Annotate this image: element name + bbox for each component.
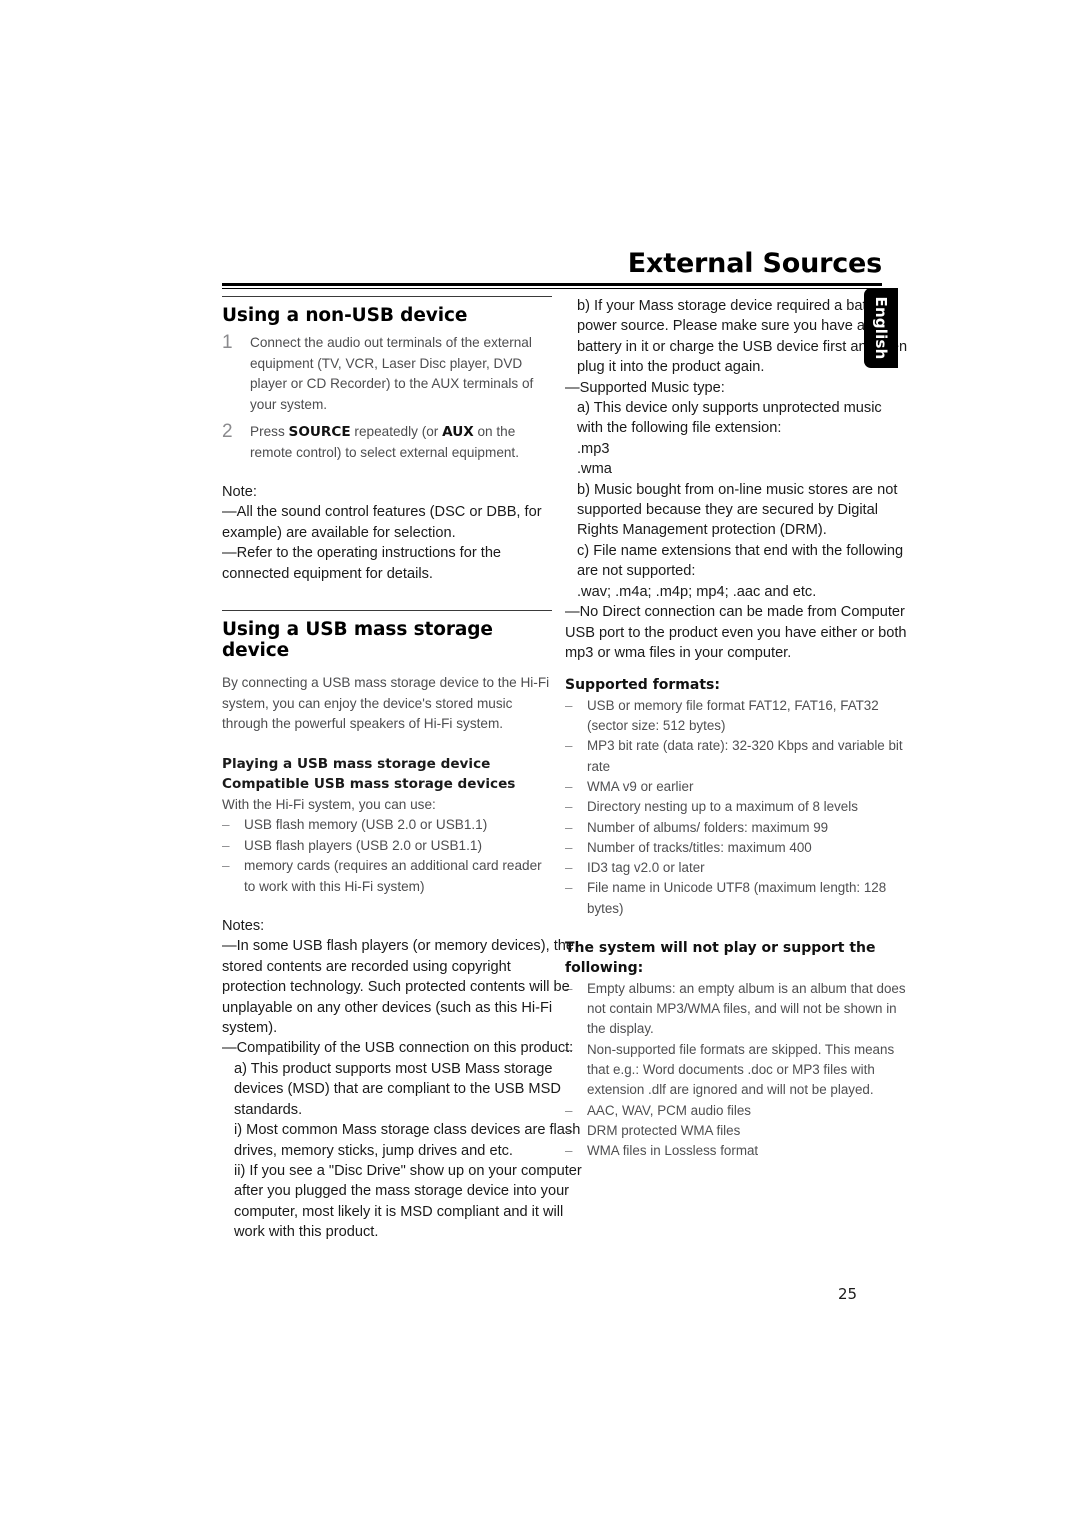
usb-item-i: i) Most common Mass storage class device…: [234, 1122, 581, 1159]
heading-supported-formats: Supported formats:: [565, 677, 720, 694]
list-item: – ID3 tag v2.0 or later: [565, 858, 910, 878]
step-2-bold-aux: AUX: [442, 424, 474, 440]
compatible-device-list: – USB flash memory (USB 2.0 or USB1.1) –…: [222, 815, 552, 897]
battery-item-b: b) If your Mass storage device required …: [577, 298, 908, 376]
list-item-text: Number of tracks/titles: maximum 400: [587, 839, 812, 855]
page-number: 25: [838, 1285, 858, 1303]
list-item: – Directory nesting up to a maximum of 8…: [565, 797, 910, 817]
list-item: – AAC, WAV, PCM audio files: [565, 1101, 910, 1121]
extension-wma: .wma: [577, 461, 612, 478]
music-item-a: a) This device only supports unprotected…: [577, 400, 882, 437]
list-item-text: ID3 tag v2.0 or later: [587, 860, 705, 876]
step-2-text-before: Press: [250, 424, 289, 439]
list-item: – Number of albums/ folders: maximum 99: [565, 818, 910, 838]
dash-bullet-icon: –: [565, 839, 573, 855]
step-2-bold-source: SOURCE: [288, 424, 351, 440]
dash-bullet-icon: –: [565, 880, 573, 896]
dash-bullet-icon: –: [565, 860, 573, 876]
list-item: – memory cards (requires an additional c…: [222, 856, 552, 897]
list-item: – Non-supported file formats are skipped…: [565, 1040, 910, 1101]
note-1: —All the sound control features (DSC or …: [222, 504, 542, 541]
list-item-text: WMA v9 or earlier: [587, 778, 694, 794]
usb-intro-paragraph: By connecting a USB mass storage device …: [222, 675, 550, 732]
subheading-playing-usb-device: Playing a USB mass storage device: [222, 755, 491, 772]
compatible-list-intro: With the Hi-Fi system, you can use:: [222, 796, 436, 812]
dash-bullet-icon: –: [565, 738, 573, 754]
list-item-text: USB flash players (USB 2.0 or USB1.1): [244, 837, 482, 853]
list-item-text: USB or memory file format FAT12, FAT16, …: [587, 697, 879, 734]
list-item-text: Non-supported file formats are skipped. …: [587, 1041, 895, 1098]
list-item-text: MP3 bit rate (data rate): 32-320 Kbps an…: [587, 738, 903, 774]
list-item: – USB flash memory (USB 2.0 or USB1.1): [222, 815, 552, 836]
dash-bullet-icon: –: [565, 697, 573, 713]
step-2-text-mid: repeatedly (or: [350, 424, 443, 439]
list-item-text: Directory nesting up to a maximum of 8 l…: [587, 799, 858, 815]
dash-bullet-icon: –: [222, 837, 230, 853]
list-item-text: DRM protected WMA files: [587, 1122, 741, 1138]
dash-bullet-icon: –: [222, 817, 230, 833]
music-item-c: c) File name extensions that end with th…: [577, 542, 904, 580]
notes-label: Notes:: [222, 918, 265, 935]
list-item: – WMA v9 or earlier: [565, 777, 910, 797]
list-item: – Number of tracks/titles: maximum 400: [565, 838, 910, 858]
music-item-b: b) Music bought from on-line music store…: [577, 481, 898, 539]
extension-mp3: .mp3: [577, 440, 610, 457]
step-1-text: Connect the audio out terminals of the e…: [250, 335, 534, 412]
list-item-text: File name in Unicode UTF8 (maximum lengt…: [587, 880, 887, 916]
note-2: —Refer to the operating instructions for…: [222, 545, 502, 582]
list-item: – WMA files in Lossless format: [565, 1141, 910, 1161]
heading-using-non-usb-device: Using a non-USB device: [222, 305, 468, 326]
supported-music-label: —Supported Music type:: [565, 379, 725, 396]
note-label: Note:: [222, 484, 257, 500]
page-title: External Sources: [627, 248, 882, 279]
list-item-text: AAC, WAV, PCM audio files: [587, 1102, 751, 1118]
dash-bullet-icon: –: [222, 858, 230, 874]
dash-bullet-icon: –: [565, 819, 573, 835]
usb-note-2: —Compatibility of the USB connection on …: [222, 1040, 574, 1057]
subheading-compatible-usb-devices: Compatible USB mass storage devices: [222, 776, 516, 793]
list-item: – Empty albums: an empty album is an alb…: [565, 979, 910, 1040]
dash-bullet-icon: –: [565, 799, 573, 815]
step-2-text: Press SOURCE repeatedly (or AUX on the r…: [250, 422, 552, 463]
right-column: b) If your Mass storage device required …: [565, 296, 910, 1161]
not-supported-list: – Empty albums: an empty album is an alb…: [565, 979, 910, 1162]
list-item: – MP3 bit rate (data rate): 32-320 Kbps …: [565, 736, 910, 777]
list-item-text: memory cards (requires an additional car…: [244, 858, 542, 894]
language-tab-label: English: [872, 296, 890, 360]
supported-formats-list: – USB or memory file format FAT12, FAT16…: [565, 696, 910, 919]
dash-bullet-icon: –: [565, 778, 573, 794]
list-item: – File name in Unicode UTF8 (maximum len…: [565, 878, 910, 919]
list-item: – DRM protected WMA files: [565, 1121, 910, 1141]
heading-using-usb-mass-storage: Using a USB mass storage device: [222, 619, 493, 662]
step-2-number: 2: [222, 421, 233, 442]
heading-not-supported: The system will not play or support the …: [565, 939, 876, 977]
unsupported-extensions: .wav; .m4a; .m4p; mp4; .aac and etc.: [577, 583, 817, 600]
left-column: Using a non-USB device 1 Connect the aud…: [222, 296, 582, 1243]
usb-item-ii: ii) If you see a "Disc Drive" show up on…: [234, 1162, 582, 1241]
list-item-text: WMA files in Lossless format: [587, 1143, 759, 1159]
language-tab: English: [864, 288, 898, 368]
list-item: – USB flash players (USB 2.0 or USB1.1): [222, 836, 552, 857]
list-item: – USB or memory file format FAT12, FAT16…: [565, 696, 910, 737]
step-2: 2 Press SOURCE repeatedly (or AUX on the…: [222, 421, 552, 463]
no-direct-connection-note: —No Direct connection can be made from C…: [565, 604, 907, 661]
step-1-number: 1: [222, 332, 233, 353]
step-1: 1 Connect the audio out terminals of the…: [222, 332, 552, 415]
header-rule: [222, 283, 882, 289]
usb-item-a: a) This product supports most USB Mass s…: [234, 1060, 561, 1118]
usb-note-1: —In some USB flash players (or memory de…: [222, 938, 574, 1037]
list-item-text: Number of albums/ folders: maximum 99: [587, 819, 829, 835]
manual-page: External Sources English Using a non-USB…: [0, 0, 1080, 1528]
list-item-text: USB flash memory (USB 2.0 or USB1.1): [244, 817, 488, 833]
list-item-text: Empty albums: an empty album is an album…: [587, 980, 906, 1037]
